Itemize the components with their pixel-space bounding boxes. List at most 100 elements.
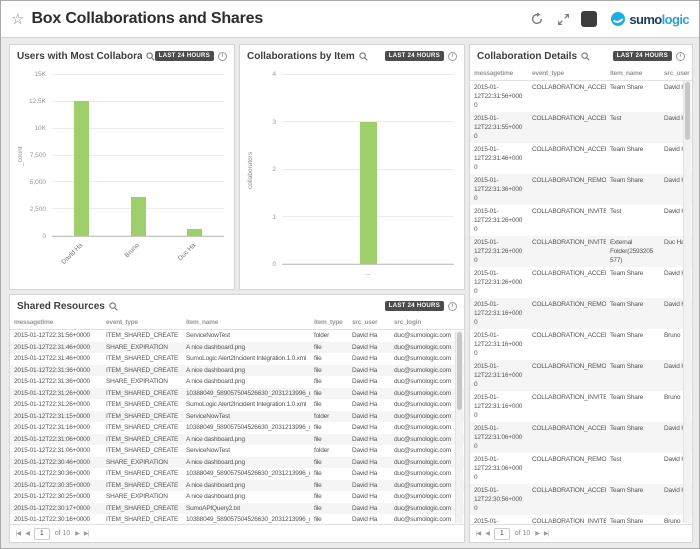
table-row: 2015-01-12T22:31:56+0000COLLABORATION_AC… (470, 81, 692, 112)
table-cell: COLLABORATION_ACCEPT (528, 484, 606, 497)
info-icon[interactable]: i (218, 52, 227, 61)
table-cell: Test (606, 205, 660, 218)
y-tick-label: 0 (272, 261, 276, 268)
table-cell: duc@sumologic.com (390, 376, 464, 387)
favorite-star-icon[interactable]: ☆ (11, 10, 24, 28)
info-icon[interactable]: i (676, 52, 685, 61)
table-cell: 2015-01-12T22:31:06+0000 (10, 434, 102, 445)
table-row: 2015-01-12T22:31:26+0000ITEM_SHARED_CREA… (10, 399, 464, 411)
bar-bruno[interactable] (131, 197, 146, 236)
table-row: 2015-01-12T22:31:06+0000COLLABORATION_RE… (470, 453, 692, 484)
search-icon[interactable] (109, 302, 118, 311)
dashboard-page: ☆ Box Collaborations and Shares sumologi… (0, 0, 700, 549)
vertical-scrollbar[interactable] (455, 331, 463, 523)
table-cell: duc@sumologic.com (390, 422, 464, 433)
table-row: 2015-01-12T22:31:16+0000COLLABORATION_AC… (470, 329, 692, 360)
table-cell: 2015-01-12T22:31:36+0000 (470, 174, 528, 205)
table-cell: 2015-01-12T22:31:16+0000 (470, 391, 528, 422)
column-header[interactable]: item_name (182, 317, 310, 328)
table-cell: file (310, 491, 348, 502)
collaboration-details-table: messagetimeevent_typeitem_namesrc_user20… (470, 67, 692, 524)
table-cell: file (310, 468, 348, 479)
dashboard-header: ☆ Box Collaborations and Shares sumologi… (1, 1, 699, 38)
bar-duc-ha[interactable] (187, 229, 202, 237)
column-header[interactable]: src_user (348, 317, 390, 328)
table-row: 2015-01-12T22:30:36+0000ITEM_SHARED_CREA… (10, 468, 464, 480)
search-icon[interactable] (146, 52, 155, 61)
column-header[interactable]: item_name (606, 67, 660, 80)
info-icon[interactable]: i (448, 52, 457, 61)
bar-item[interactable] (360, 122, 377, 264)
last-page-button[interactable]: ▶| (544, 530, 548, 537)
next-page-button[interactable]: ▶ (75, 530, 79, 537)
panel-title: Collaboration Details (477, 51, 577, 62)
pagination: |◀ ◀ 1 of 10 ▶ ▶| (470, 524, 692, 542)
table-row: 2015-01-12T22:31:26+0000ITEM_SHARED_CREA… (10, 388, 464, 400)
scrollbar-thumb[interactable] (457, 332, 462, 410)
scrollbar-thumb[interactable] (685, 82, 690, 140)
column-header[interactable]: messagetime (470, 67, 528, 80)
table-cell: COLLABORATION_INVITE (528, 515, 606, 524)
column-header[interactable]: src_user (660, 67, 692, 80)
column-header[interactable]: item_type (310, 317, 348, 328)
current-page-indicator[interactable]: 1 (34, 528, 50, 540)
table-cell: 10388049_589057504526630_2031213996_n.jp… (182, 468, 310, 479)
first-page-button[interactable]: |◀ (476, 530, 480, 537)
y-tick-label: 15K (34, 71, 46, 78)
column-header[interactable]: messagetime (10, 317, 102, 328)
table-cell: COLLABORATION_ACCEPT (528, 329, 606, 342)
table-header-row: messagetimeevent_typeitem_nameitem_types… (10, 317, 464, 330)
vertical-scrollbar[interactable] (683, 81, 691, 523)
table-row: 2015-01-12T22:31:06+0000ITEM_SHARED_CREA… (10, 445, 464, 457)
table-cell: ITEM_SHARED_CREATE (102, 468, 182, 479)
table-row: 2015-01-12T22:31:16+0000ITEM_SHARED_CREA… (10, 422, 464, 434)
table-row: 2015-01-12T22:31:16+0000COLLABORATION_RE… (470, 298, 692, 329)
prev-page-button[interactable]: ◀ (25, 530, 29, 537)
table-cell: 2015-01-12T22:31:16+0000 (470, 360, 528, 391)
table-cell: COLLABORATION_ACCEPT (528, 422, 606, 435)
refresh-icon[interactable] (529, 11, 545, 27)
table-cell: duc@sumologic.com (390, 445, 464, 456)
table-cell: SumoAPIQuery2.txt (182, 503, 310, 514)
table-cell: ITEM_SHARED_CREATE (102, 422, 182, 433)
table-cell: 2015-01-12T22:31:06+0000 (470, 453, 528, 484)
x-axis-labels: David HaBrunoDuc Ha (52, 239, 224, 283)
y-tick-label: 5,000 (30, 179, 46, 186)
table-cell: 2015-01-12T22:30:46+0000 (10, 457, 102, 468)
table-row: 2015-01-12T22:31:36+0000ITEM_SHARED_CREA… (10, 365, 464, 377)
table-cell: 2015-01-12T22:31:26+0000 (10, 388, 102, 399)
column-header[interactable]: event_type (102, 317, 182, 328)
fullscreen-icon[interactable] (555, 11, 571, 27)
table-row: 2015-01-12T22:30:35+0000ITEM_SHARED_CREA… (10, 480, 464, 492)
x-tick-label: Duc Ha (177, 242, 197, 262)
column-header[interactable]: src_login (390, 317, 464, 328)
prev-page-button[interactable]: ◀ (485, 530, 489, 537)
table-row: 2015-01-12T22:31:16+0000COLLABORATION_RE… (470, 360, 692, 391)
table-row: 2015-01-12T22:31:56+0000ITEM_SHARED_CREA… (10, 330, 464, 342)
column-header[interactable]: event_type (528, 67, 606, 80)
last-page-button[interactable]: ▶| (84, 530, 88, 537)
table-cell: Team Share (606, 360, 660, 373)
table-cell: David Ha (348, 457, 390, 468)
current-page-indicator[interactable]: 1 (494, 528, 510, 540)
next-page-button[interactable]: ▶ (535, 530, 539, 537)
y-tick-label: 3 (272, 119, 276, 126)
table-cell: 2015-01-12T22:31:26+0000 (470, 205, 528, 236)
table-cell: ITEM_SHARED_CREATE (102, 445, 182, 456)
search-icon[interactable] (581, 52, 590, 61)
panel-collaborations-by-item: Collaborations by Item LAST 24 HOURS i c… (239, 44, 465, 290)
table-cell: A nice dashboard.png (182, 376, 310, 387)
table-cell: 2015-01-12T22:30:56+0000 (470, 484, 528, 515)
table-cell: COLLABORATION_ACCEPT (528, 81, 606, 94)
table-cell: file (310, 457, 348, 468)
y-tick-label: 2 (272, 166, 276, 173)
y-tick-label: 12.5K (29, 98, 46, 105)
kiosk-mode-icon[interactable] (581, 11, 597, 27)
first-page-button[interactable]: |◀ (16, 530, 20, 537)
search-icon[interactable] (359, 52, 368, 61)
y-tick-label: 1 (272, 214, 276, 221)
bar-david-ha[interactable] (74, 101, 89, 236)
users-bar-chart: _count 02,5005,0007,50010K12.5K15K David… (16, 67, 226, 283)
table-cell: ITEM_SHARED_CREATE (102, 388, 182, 399)
info-icon[interactable]: i (448, 302, 457, 311)
